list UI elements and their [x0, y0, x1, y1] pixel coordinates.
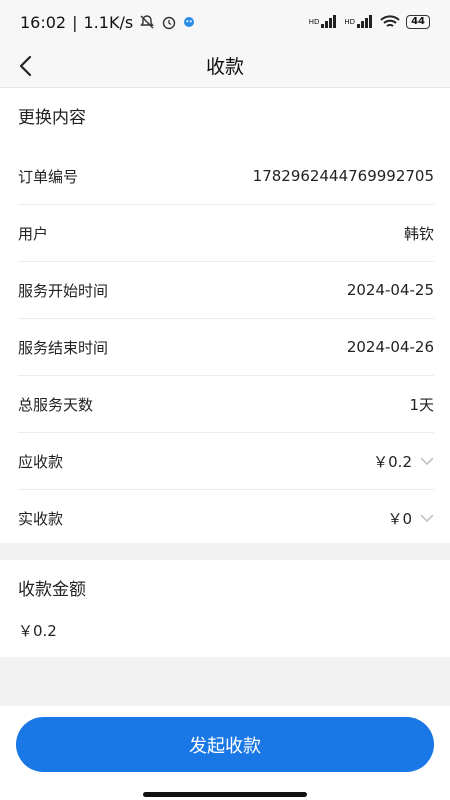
chevron-down-icon: [420, 514, 434, 523]
signal-icon: HD: [309, 15, 339, 29]
row-label: 应收款: [18, 452, 64, 471]
nav-bar: 收款: [0, 44, 450, 88]
row-service-start: 服务开始时间 2024-04-25: [18, 262, 434, 319]
signal-label: HD: [344, 18, 356, 26]
row-value: 2024-04-26: [346, 338, 434, 356]
payment-amount: ￥0.2: [18, 622, 57, 640]
received-select[interactable]: ￥0: [387, 508, 434, 529]
page-title: 收款: [205, 56, 244, 78]
row-label: 订单编号: [18, 167, 79, 186]
back-button[interactable]: [10, 50, 42, 82]
footer: 发起收款: [0, 706, 450, 800]
row-label: 服务开始时间: [18, 281, 109, 300]
row-value: 1782962444769992705: [252, 167, 434, 185]
row-label: 总服务天数: [18, 395, 94, 414]
bell-muted-icon: [139, 14, 155, 30]
status-bar: 16:02 | 1.1K/s HD HD 44: [0, 0, 450, 44]
payment-title: 收款金额: [18, 580, 86, 600]
status-left: 16:02 | 1.1K/s: [20, 13, 195, 32]
home-indicator[interactable]: [143, 792, 307, 797]
alarm-icon: [161, 14, 177, 30]
signal-label: HD: [308, 18, 320, 26]
received-value: ￥0: [387, 510, 412, 528]
row-user: 用户 韩钦: [18, 205, 434, 262]
row-value: 1天: [409, 395, 434, 414]
status-right: HD HD 44: [309, 15, 430, 29]
app-notification-icon: [183, 16, 195, 28]
details-title: 更换内容: [18, 108, 86, 128]
chevron-down-icon: [420, 457, 434, 466]
row-receivable[interactable]: 应收款 ￥0.2: [18, 433, 434, 490]
wifi-icon: [380, 15, 400, 29]
row-label: 服务结束时间: [18, 338, 109, 357]
row-service-end: 服务结束时间 2024-04-26: [18, 319, 434, 376]
row-label: 用户: [18, 224, 49, 243]
row-received[interactable]: 实收款 ￥0: [18, 490, 434, 547]
chevron-left-icon: [19, 55, 32, 77]
receivable-value: ￥0.2: [373, 452, 412, 471]
status-time: 16:02: [20, 12, 67, 32]
battery-icon: 44: [406, 15, 430, 29]
initiate-payment-button[interactable]: 发起收款: [16, 717, 434, 772]
row-order-number: 订单编号 1782962444769992705: [18, 148, 434, 205]
details-card: 更换内容 订单编号 1782962444769992705 用户 韩钦 服务开始…: [0, 88, 450, 543]
row-total-days: 总服务天数 1天: [18, 376, 434, 433]
payment-card: 收款金额 ￥0.2: [0, 560, 450, 657]
status-network-speed: 1.1K/s: [83, 12, 134, 32]
row-value: 2024-04-25: [346, 281, 434, 299]
signal-icon: HD: [344, 15, 374, 29]
receivable-select[interactable]: ￥0.2: [373, 451, 434, 472]
row-value: 韩钦: [403, 224, 434, 243]
status-divider: |: [72, 12, 78, 32]
row-label: 实收款: [18, 510, 64, 528]
